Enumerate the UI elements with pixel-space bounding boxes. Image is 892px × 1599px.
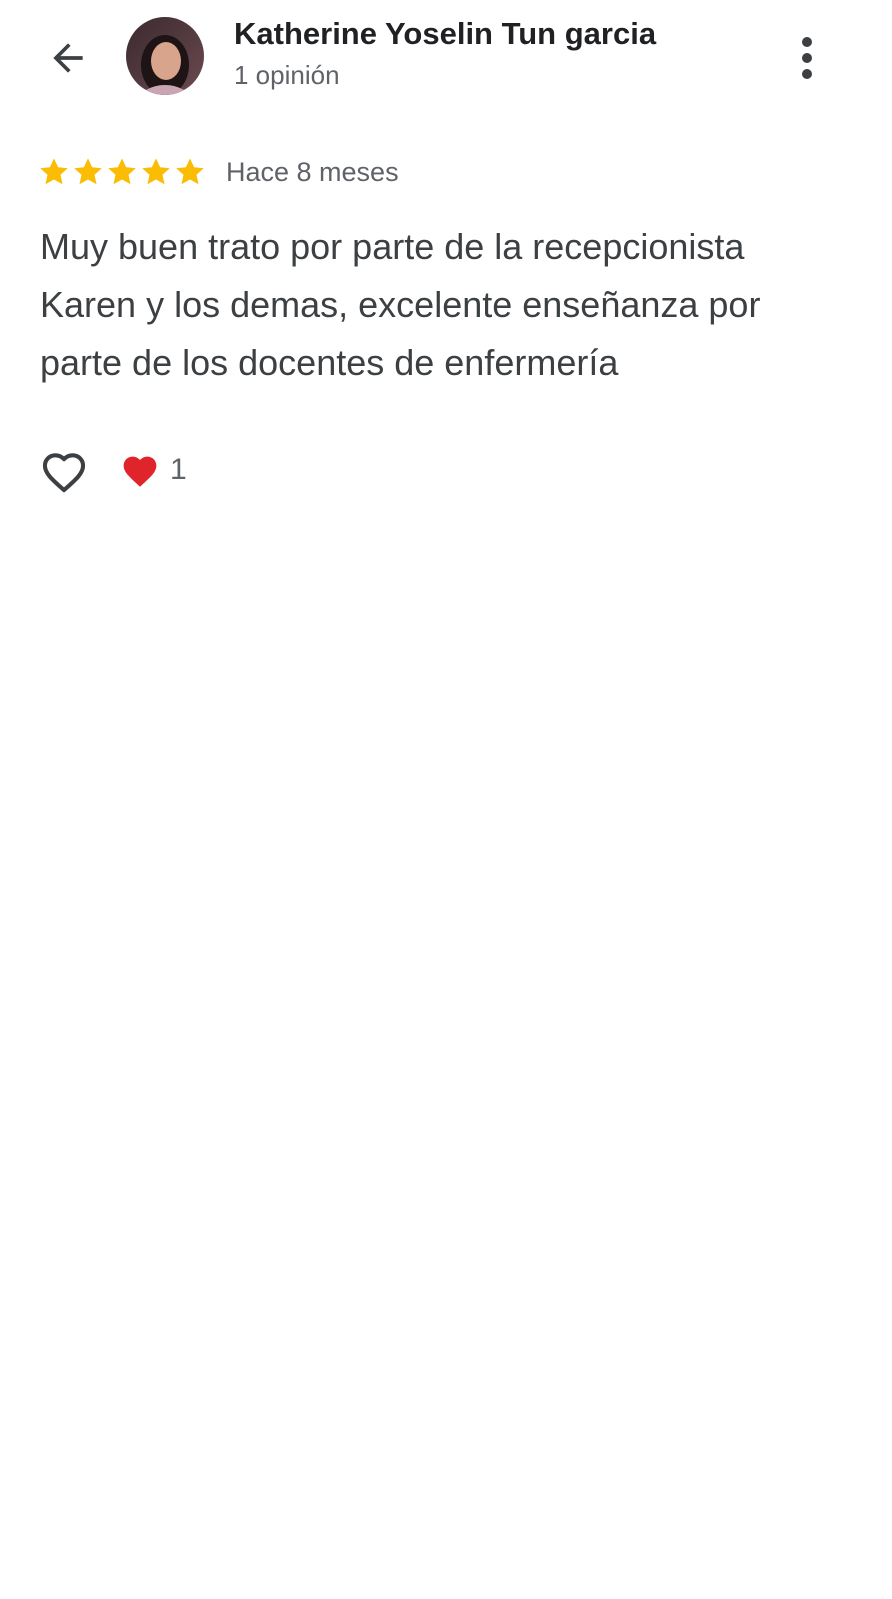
review-text: Muy buen trato por parte de la recepcion… xyxy=(40,226,761,383)
red-heart-icon xyxy=(123,456,157,487)
more-options-button[interactable] xyxy=(782,30,832,86)
like-button[interactable] xyxy=(36,442,92,498)
author-name[interactable]: Katherine Yoselin Tun garcia xyxy=(234,16,656,52)
star-filled-icon xyxy=(74,158,102,185)
profile-photo xyxy=(126,17,204,95)
author-review-count: 1 opinión xyxy=(234,60,340,90)
more-vert-icon xyxy=(802,37,812,79)
star-filled-icon xyxy=(176,158,204,185)
star-filled-icon xyxy=(142,158,170,185)
reaction-summary[interactable]: 1 xyxy=(120,452,187,488)
back-button[interactable] xyxy=(36,26,100,90)
star-rating xyxy=(38,156,208,188)
star-filled-icon xyxy=(40,158,68,185)
reaction-count: 1 xyxy=(170,453,187,486)
review-actions: 1 xyxy=(36,440,187,500)
heart-outline-icon xyxy=(42,453,86,493)
review-date: Hace 8 meses xyxy=(226,156,399,187)
rating-row: Hace 8 meses xyxy=(38,152,399,192)
star-filled-icon xyxy=(108,158,136,185)
review-header: Katherine Yoselin Tun garcia 1 opinión xyxy=(0,0,892,120)
avatar[interactable] xyxy=(126,17,204,95)
arrow-back-icon xyxy=(53,43,83,73)
